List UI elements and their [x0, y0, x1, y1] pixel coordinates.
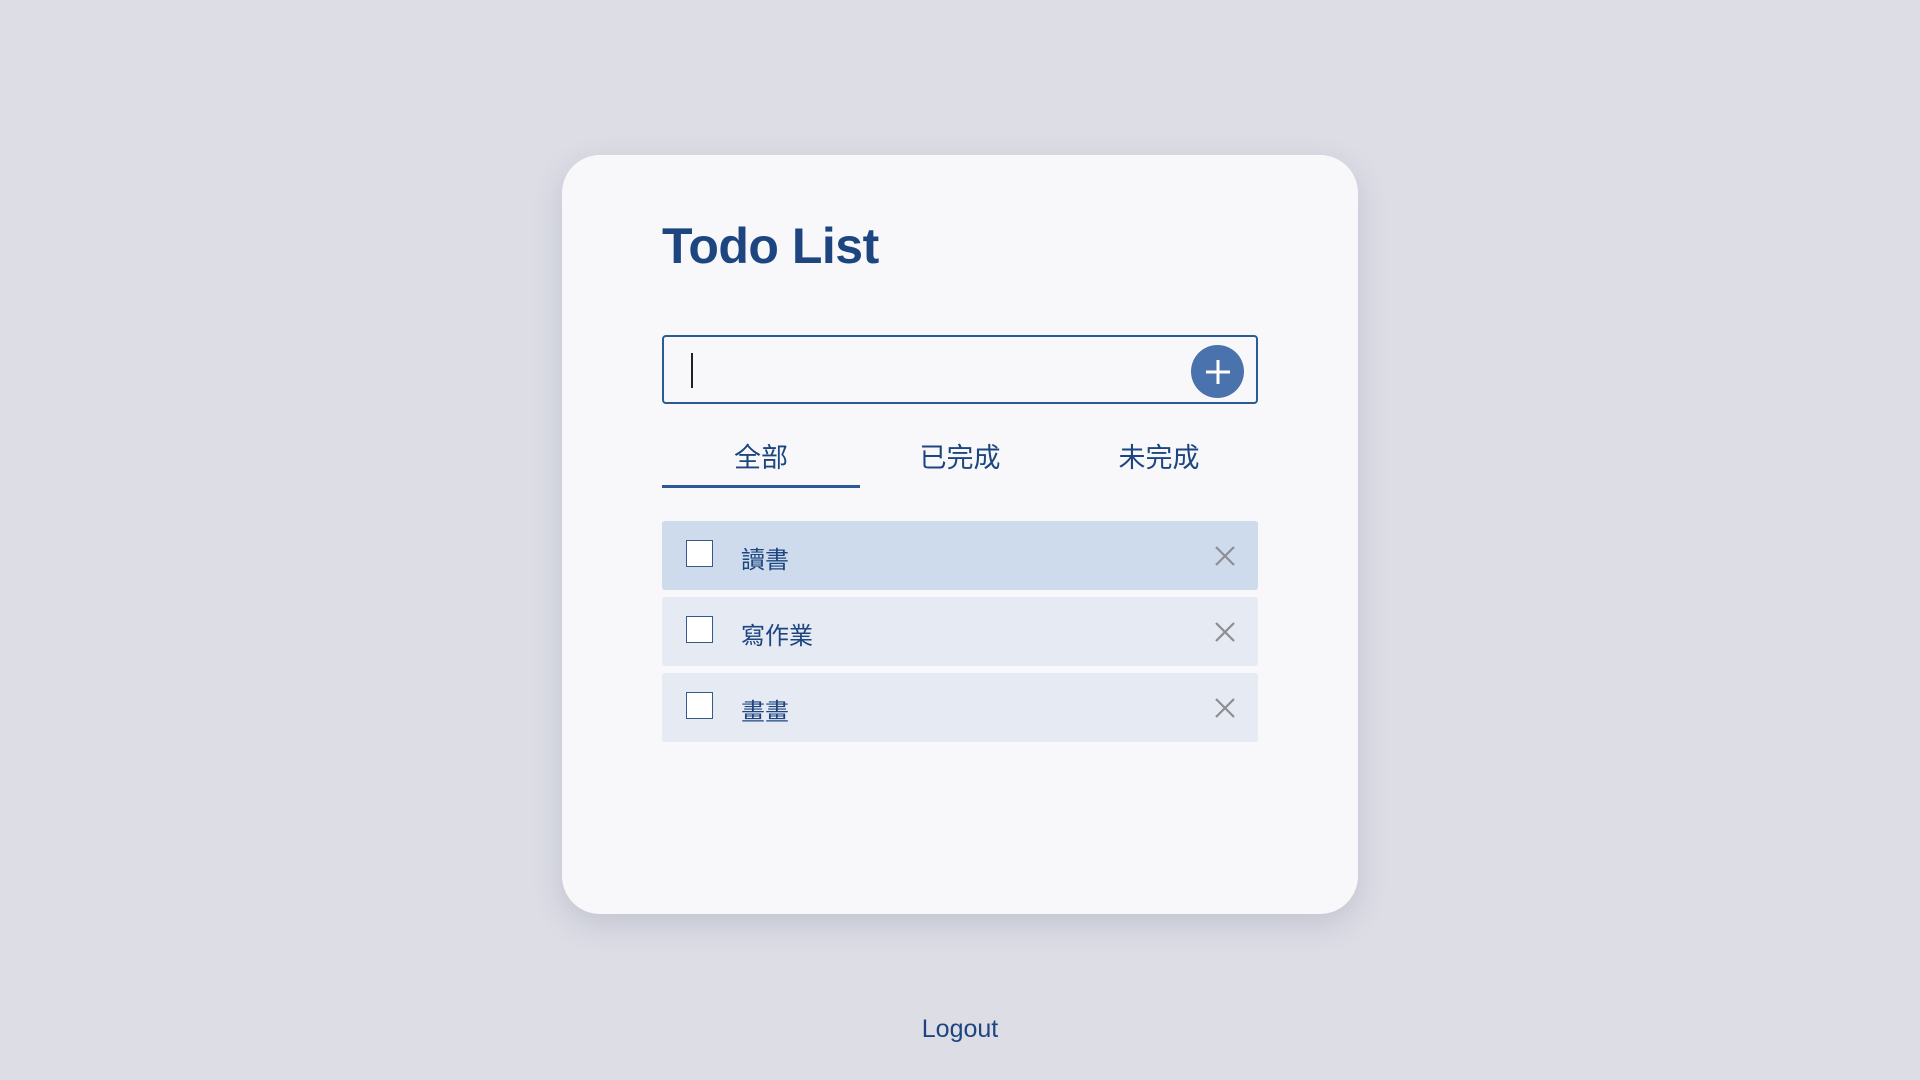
close-icon	[1215, 546, 1235, 566]
filter-tabs: 全部 已完成 未完成	[662, 425, 1258, 488]
delete-button[interactable]	[1210, 541, 1240, 571]
todo-item: 寫作業	[662, 597, 1258, 666]
todo-checkbox[interactable]	[686, 692, 713, 719]
todo-input[interactable]	[688, 347, 1172, 394]
tab-completed[interactable]: 已完成	[861, 425, 1059, 485]
todo-checkbox[interactable]	[686, 616, 713, 643]
logout-link[interactable]: Logout	[0, 1015, 1920, 1044]
delete-button[interactable]	[1210, 617, 1240, 647]
delete-button[interactable]	[1210, 693, 1240, 723]
todo-item-label: 讀書	[741, 547, 789, 574]
todo-item: 畫畫	[662, 673, 1258, 742]
tab-incomplete[interactable]: 未完成	[1060, 425, 1258, 485]
todo-input-box[interactable]	[662, 335, 1258, 404]
page-title: Todo List	[662, 218, 879, 274]
todo-item: 讀書	[662, 521, 1258, 590]
plus-icon	[1205, 359, 1230, 384]
todo-item-label: 畫畫	[741, 699, 789, 726]
todo-checkbox[interactable]	[686, 540, 713, 567]
todo-list: 讀書 寫作業 畫畫	[662, 521, 1258, 749]
text-caret	[691, 353, 693, 388]
add-button[interactable]	[1191, 345, 1244, 398]
todo-card: Todo List 全部 已完成 未完成 讀書 寫作業 畫畫	[562, 155, 1358, 914]
todo-item-label: 寫作業	[741, 623, 813, 650]
close-icon	[1215, 622, 1235, 642]
close-icon	[1215, 698, 1235, 718]
tab-all[interactable]: 全部	[662, 425, 860, 488]
